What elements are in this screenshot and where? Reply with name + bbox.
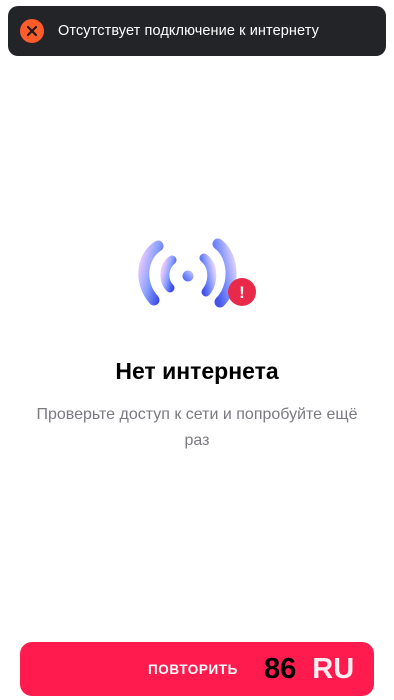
retry-button-label: ПОВТОРИТЬ	[148, 661, 238, 677]
no-connection-illustration: !	[128, 236, 266, 316]
watermark-suffix: RU	[312, 652, 355, 685]
watermark-square-icon	[298, 658, 311, 670]
toast-message: Отсутствует подключение к интернету	[58, 23, 319, 39]
error-toast: Отсутствует подключение к интернету	[8, 6, 386, 56]
page-title: Нет интернета	[115, 358, 279, 384]
error-badge-mark: !	[239, 283, 245, 302]
page-subtitle: Проверьте доступ к сети и попробуйте ещё…	[36, 406, 358, 449]
close-circle-icon[interactable]	[20, 19, 44, 43]
site-watermark: 86 RU	[264, 652, 354, 686]
wifi-error-icon: !	[138, 238, 256, 308]
watermark-number: 86	[264, 652, 297, 685]
